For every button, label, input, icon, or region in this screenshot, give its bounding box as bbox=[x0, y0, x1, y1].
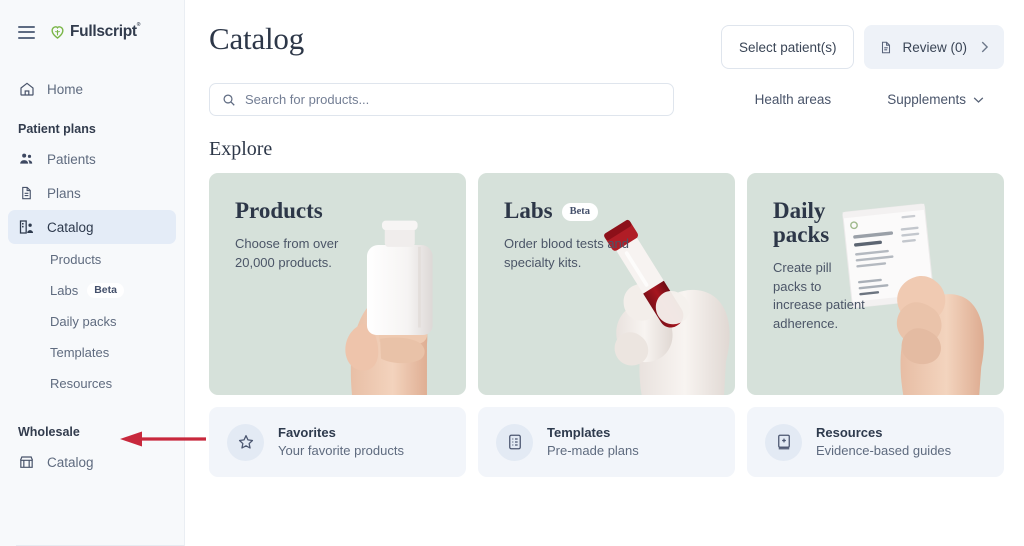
quick-card-resources-subtitle: Evidence-based guides bbox=[816, 443, 952, 458]
page-title: Catalog bbox=[209, 21, 305, 56]
review-button[interactable]: Review (0) bbox=[864, 25, 1004, 69]
sidebar-subitem-templates[interactable]: Templates bbox=[8, 337, 176, 368]
hamburger-icon[interactable] bbox=[18, 25, 35, 39]
quick-card-templates[interactable]: Templates Pre-made plans bbox=[478, 407, 735, 477]
document-icon bbox=[879, 40, 893, 55]
sidebar-subitem-labs[interactable]: Labs Beta bbox=[8, 275, 176, 306]
brand-name: Fullscript bbox=[70, 23, 140, 41]
filter-supplements[interactable]: Supplements bbox=[887, 92, 984, 107]
explore-card-labs[interactable]: Labs Beta Order blood tests and specialt… bbox=[478, 173, 735, 395]
quick-card-resources-text: Resources Evidence-based guides bbox=[816, 424, 951, 459]
filter-supplements-label: Supplements bbox=[887, 92, 966, 107]
sidebar-item-wholesale-catalog-label: Catalog bbox=[47, 454, 94, 470]
explore-card-daily-packs-title-text: Daily packs bbox=[773, 198, 830, 248]
store-icon bbox=[18, 454, 35, 471]
sidebar-item-wholesale-catalog[interactable]: Catalog bbox=[8, 445, 176, 479]
quick-links-row: Favorites Your favorite products Templat… bbox=[197, 395, 1024, 477]
explore-card-daily-packs-title: Daily packs bbox=[773, 198, 868, 248]
quick-card-resources-title: Resources bbox=[816, 425, 883, 441]
sidebar-subitem-products[interactable]: Products bbox=[8, 244, 176, 275]
leaf-heart-icon bbox=[49, 24, 66, 40]
fullscript-logo[interactable]: Fullscript bbox=[49, 23, 140, 41]
sidebar-subitem-resources[interactable]: Resources bbox=[8, 368, 176, 399]
header-actions: Select patient(s) Review (0) bbox=[720, 22, 1004, 69]
explore-card-products-title: Products bbox=[235, 198, 363, 223]
patients-icon bbox=[18, 151, 35, 168]
quick-card-templates-subtitle: Pre-made plans bbox=[547, 443, 639, 458]
chevron-right-icon bbox=[980, 40, 989, 54]
labs-beta-badge: Beta bbox=[87, 282, 124, 299]
sidebar-item-catalog[interactable]: Catalog bbox=[8, 210, 176, 244]
quick-card-favorites-title: Favorites bbox=[278, 425, 336, 441]
catalog-icon bbox=[18, 219, 35, 236]
search-input[interactable] bbox=[245, 92, 661, 107]
quick-card-favorites-subtitle: Your favorite products bbox=[278, 443, 404, 458]
chevron-down-icon bbox=[973, 96, 984, 104]
select-patients-label: Select patient(s) bbox=[738, 39, 837, 55]
explore-card-labs-body: Labs Beta Order blood tests and specialt… bbox=[478, 173, 632, 272]
explore-cards-row: Products Choose from over 20,000 product… bbox=[197, 161, 1024, 395]
star-icon bbox=[227, 423, 264, 461]
sidebar-subitem-products-label: Products bbox=[50, 252, 102, 267]
explore-card-labs-desc: Order blood tests and specialty kits. bbox=[504, 236, 630, 270]
home-icon bbox=[18, 81, 35, 98]
sidebar-item-plans[interactable]: Plans bbox=[8, 176, 176, 210]
explore-card-products-desc: Choose from over 20,000 products. bbox=[235, 236, 339, 270]
filter-row: Health areas Supplements bbox=[197, 69, 1024, 116]
page-header: Catalog Select patient(s) Review (0) bbox=[197, 0, 1024, 69]
select-patients-button[interactable]: Select patient(s) bbox=[720, 25, 855, 69]
sidebar-item-patients-label: Patients bbox=[47, 151, 96, 167]
quick-card-favorites-text: Favorites Your favorite products bbox=[278, 424, 404, 459]
sidebar-brand-row: Fullscript bbox=[0, 0, 184, 64]
sidebar-subitem-templates-label: Templates bbox=[50, 345, 110, 360]
filter-health-areas[interactable]: Health areas bbox=[755, 92, 850, 107]
explore-card-products-body: Products Choose from over 20,000 product… bbox=[209, 173, 363, 272]
explore-card-labs-title-text: Labs bbox=[504, 198, 553, 223]
chevron-down-icon bbox=[838, 96, 849, 104]
filter-health-areas-label: Health areas bbox=[754, 92, 832, 107]
sidebar-subitem-labs-label: Labs bbox=[50, 283, 79, 298]
main-content: Catalog Select patient(s) Review (0) Sea… bbox=[185, 0, 1024, 546]
book-plus-icon bbox=[765, 423, 802, 461]
explore-card-daily-packs-desc: Create pill packs to increase patient ad… bbox=[773, 260, 865, 331]
sidebar-group-wholesale-title: Wholesale bbox=[18, 425, 80, 439]
review-label: Review (0) bbox=[902, 39, 967, 55]
quick-card-favorites[interactable]: Favorites Your favorite products bbox=[209, 407, 466, 477]
explore-card-labs-beta-badge: Beta bbox=[561, 203, 599, 221]
list-document-icon bbox=[496, 423, 533, 461]
filter-dropdowns: Health areas Supplements bbox=[755, 92, 1004, 107]
explore-heading: Explore bbox=[209, 138, 273, 160]
sidebar-item-patients[interactable]: Patients bbox=[8, 142, 176, 176]
sidebar: Fullscript Home Patient plans bbox=[0, 0, 185, 546]
sidebar-item-home-label: Home bbox=[47, 81, 84, 97]
search-icon bbox=[222, 93, 236, 107]
explore-card-labs-title: Labs Beta bbox=[504, 198, 632, 223]
quick-card-templates-text: Templates Pre-made plans bbox=[547, 424, 639, 459]
explore-card-daily-packs[interactable]: Daily packs Create pill packs to increas… bbox=[747, 173, 1004, 395]
explore-card-daily-packs-body: Daily packs Create pill packs to increas… bbox=[747, 173, 868, 333]
app-root: Fullscript Home Patient plans bbox=[0, 0, 1024, 546]
sidebar-subitem-daily-packs-label: Daily packs bbox=[50, 314, 117, 329]
explore-card-products[interactable]: Products Choose from over 20,000 product… bbox=[209, 173, 466, 395]
sidebar-item-home[interactable]: Home bbox=[8, 72, 176, 106]
sidebar-item-plans-label: Plans bbox=[47, 185, 81, 201]
quick-card-templates-title: Templates bbox=[547, 425, 611, 441]
document-icon bbox=[18, 185, 35, 202]
sidebar-item-catalog-label: Catalog bbox=[47, 219, 94, 235]
explore-card-products-title-text: Products bbox=[235, 198, 323, 223]
sidebar-subitem-daily-packs[interactable]: Daily packs bbox=[8, 306, 176, 337]
sidebar-group-patient-plans-title: Patient plans bbox=[18, 122, 96, 136]
sidebar-subitem-resources-label: Resources bbox=[50, 376, 113, 391]
search-box[interactable] bbox=[209, 83, 674, 116]
quick-card-resources[interactable]: Resources Evidence-based guides bbox=[747, 407, 1004, 477]
